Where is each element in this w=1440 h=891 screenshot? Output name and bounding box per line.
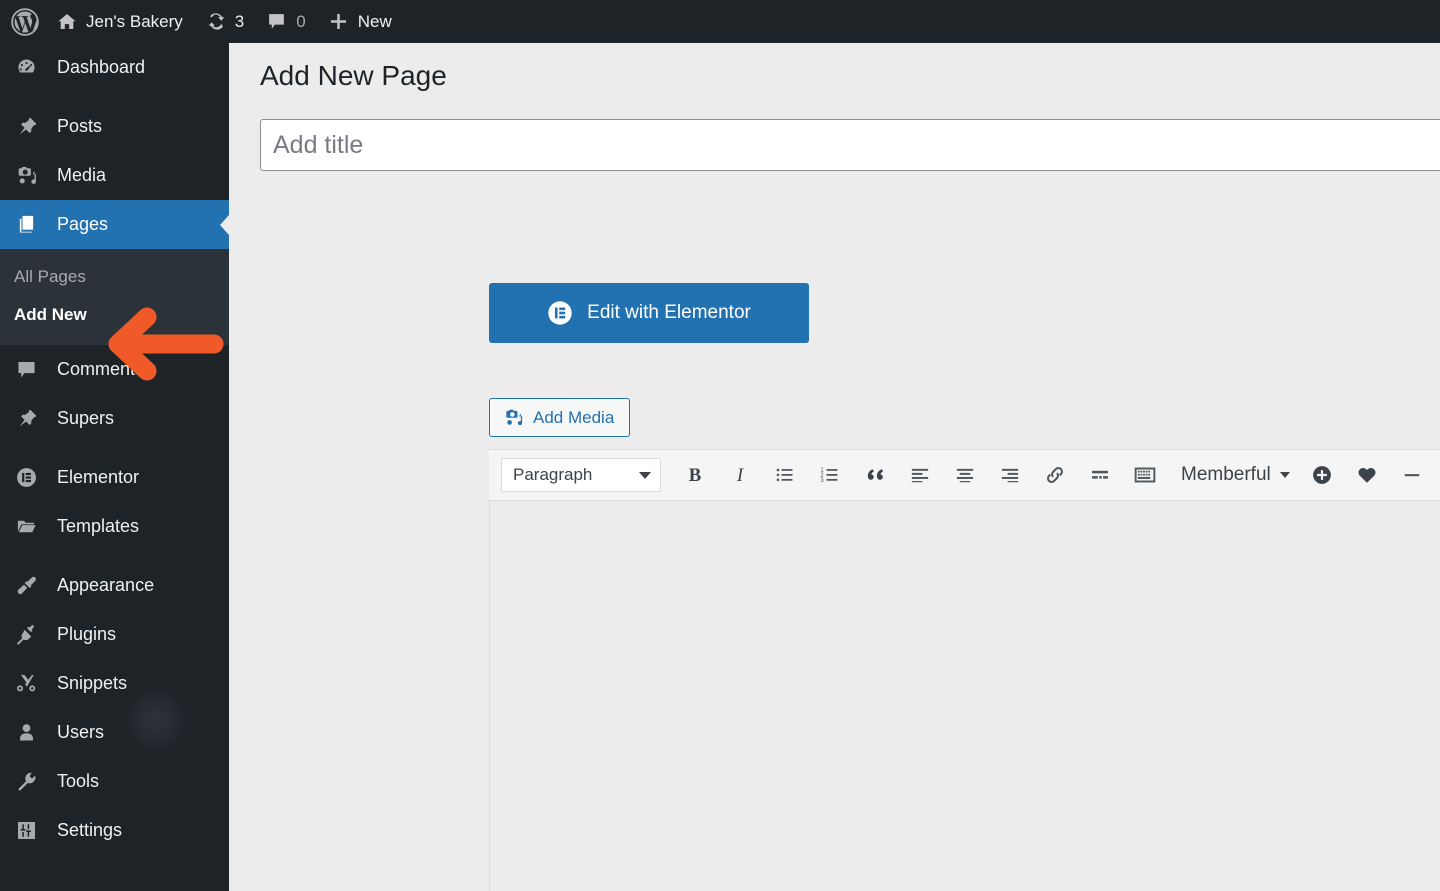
dashboard-gauge-icon (11, 56, 41, 79)
add-media-button[interactable]: Add Media (489, 398, 631, 437)
italic-button[interactable]: I (717, 453, 762, 497)
code-brackets-button[interactable] (1435, 453, 1440, 497)
sidebar-item-label: Media (57, 165, 107, 185)
editor-toolbar: Paragraph B I 123 Memberful (489, 449, 1440, 501)
pages-icon (11, 213, 41, 236)
site-name-label: Jen's Bakery (86, 11, 183, 31)
updates-menu[interactable]: 3 (194, 0, 255, 43)
sidebar-item-label: Posts (57, 116, 103, 136)
home-icon (57, 12, 77, 32)
heart-button[interactable] (1345, 453, 1390, 497)
comment-bubble-icon (11, 358, 41, 381)
comments-count: 0 (296, 11, 306, 31)
new-content-menu[interactable]: New (317, 0, 403, 43)
blockquote-button[interactable] (852, 453, 897, 497)
sidebar-item-plugins[interactable]: Plugins (0, 610, 229, 659)
bulleted-list-button[interactable] (762, 453, 807, 497)
sidebar-item-dashboard[interactable]: Dashboard (0, 43, 229, 92)
admin-sidebar-menu: Dashboard Posts Media Pages All Pages Ad… (0, 43, 229, 891)
sidebar-item-tools[interactable]: Tools (0, 757, 229, 806)
menu-separator (0, 92, 229, 102)
sidebar-item-pages[interactable]: Pages (0, 200, 229, 249)
comments-menu[interactable]: 0 (255, 0, 316, 43)
sidebar-item-templates[interactable]: Templates (0, 502, 229, 551)
bold-button[interactable]: B (672, 453, 717, 497)
scissors-icon (11, 672, 41, 695)
sidebar-item-label: Tools (57, 771, 100, 791)
wordpress-logo-menu[interactable] (0, 0, 46, 43)
menu-separator (0, 551, 229, 561)
sidebar-item-label: Snippets (57, 673, 128, 693)
sidebar-item-snippets[interactable]: Snippets (0, 659, 229, 708)
media-camera-icon (11, 164, 41, 187)
page-title: Add New Page (260, 60, 447, 91)
sidebar-item-label: Plugins (57, 624, 117, 644)
media-camera-icon (503, 407, 524, 428)
updates-count: 3 (234, 11, 245, 31)
sidebar-subitem-all-pages[interactable]: All Pages (0, 258, 229, 296)
settings-sliders-icon (11, 819, 41, 842)
plus-icon (328, 11, 349, 32)
sidebar-item-settings[interactable]: Settings (0, 806, 229, 855)
plug-icon (11, 623, 41, 646)
sidebar-item-label: Dashboard (57, 57, 146, 77)
sidebar-item-users[interactable]: Users (0, 708, 229, 757)
edit-with-elementor-button[interactable]: Edit with Elementor (489, 283, 809, 343)
chevron-down-icon (639, 471, 651, 479)
left-arrow-annotation-icon (104, 306, 226, 382)
format-select-value: Paragraph (513, 465, 593, 484)
chevron-down-icon (1279, 472, 1290, 478)
wordpress-logo-icon (10, 7, 40, 37)
add-circle-button[interactable] (1300, 453, 1345, 497)
pushpin-icon (11, 407, 41, 430)
sidebar-item-appearance[interactable]: Appearance (0, 561, 229, 610)
svg-text:B: B (688, 465, 700, 486)
elementor-logo-icon (11, 466, 41, 489)
pushpin-icon (11, 115, 41, 138)
editor-content-area[interactable] (489, 501, 1440, 891)
add-media-label: Add Media (533, 407, 615, 427)
wrench-icon (11, 770, 41, 793)
horizontal-rule-button[interactable] (1390, 453, 1435, 497)
memberful-label: Memberful (1181, 464, 1271, 485)
sidebar-item-label: Users (57, 722, 105, 742)
sidebar-item-posts[interactable]: Posts (0, 102, 229, 151)
sidebar-item-label: Supers (57, 408, 115, 428)
insert-link-button[interactable] (1032, 453, 1077, 497)
menu-separator (0, 443, 229, 453)
sidebar-item-label: Templates (57, 516, 140, 536)
format-select[interactable]: Paragraph (501, 458, 661, 492)
align-left-button[interactable] (897, 453, 942, 497)
sidebar-item-label: Pages (57, 214, 109, 234)
svg-text:I: I (735, 465, 743, 486)
plugins-update-badge-blur (125, 689, 187, 751)
align-center-button[interactable] (942, 453, 987, 497)
user-icon (11, 721, 41, 744)
sidebar-item-media[interactable]: Media (0, 151, 229, 200)
edit-with-elementor-label: Edit with Elementor (587, 302, 751, 323)
sidebar-item-label: Elementor (57, 467, 140, 487)
site-name-menu[interactable]: Jen's Bakery (46, 0, 194, 43)
read-more-button[interactable] (1077, 453, 1122, 497)
svg-text:3: 3 (820, 478, 824, 484)
comment-bubble-icon (266, 11, 287, 32)
memberful-dropdown[interactable]: Memberful (1167, 453, 1300, 497)
page-title-input[interactable] (260, 119, 1440, 171)
wordpress-admin-screen: Jen's Bakery 3 0 New Dashboard Posts Med… (0, 0, 1440, 891)
sidebar-item-supers[interactable]: Supers (0, 394, 229, 443)
admin-bar: Jen's Bakery 3 0 New (0, 0, 1440, 43)
folder-icon (11, 515, 41, 538)
new-content-label: New (357, 11, 392, 31)
updates-icon (205, 11, 226, 32)
sidebar-item-label: Settings (57, 820, 123, 840)
align-right-button[interactable] (987, 453, 1032, 497)
toolbar-toggle-button[interactable] (1122, 453, 1167, 497)
elementor-logo-icon (547, 300, 573, 326)
paintbrush-icon (11, 574, 41, 597)
numbered-list-button[interactable]: 123 (807, 453, 852, 497)
sidebar-item-label: Appearance (57, 575, 155, 595)
sidebar-item-elementor[interactable]: Elementor (0, 453, 229, 502)
main-content: Add New Page Edit with Elementor Add Med… (229, 43, 1440, 891)
